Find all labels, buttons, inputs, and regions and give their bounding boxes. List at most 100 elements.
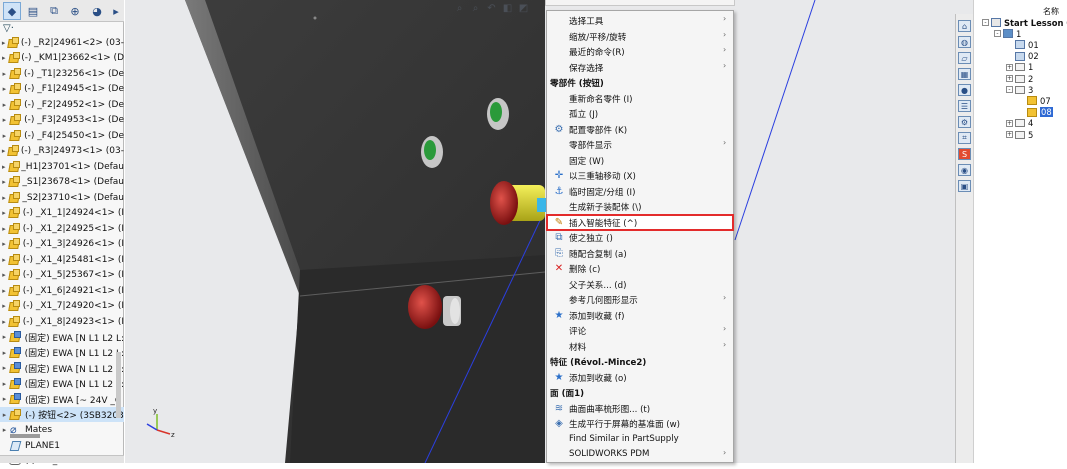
tree-item[interactable]: ▸ (-) _X1_6|24921<1> (I [0,283,124,298]
tree-item[interactable]: ▸ (固定) EWA [~ 24V _C [0,392,124,407]
expand-icon[interactable]: + [1006,119,1013,127]
expand-arrow-icon[interactable]: ▸ [0,333,9,341]
tree-item[interactable]: ▸ (-) _F4|25450<1> (De [0,128,124,143]
tree-item[interactable]: PLANE1 [0,438,124,453]
menu-item[interactable]: 材料 › [547,339,733,354]
collapse-icon[interactable]: - [982,19,989,26]
expand-icon[interactable]: + [1006,63,1013,71]
menu-item[interactable]: Find Similar in PartSupply [547,432,733,447]
tree-item[interactable]: ▸ (-) _R2|24961<2> (03- [0,35,124,50]
expand-arrow-icon[interactable]: ▸ [0,163,8,171]
collapse-icon[interactable]: - [1006,86,1013,94]
menu-item[interactable]: ⚙ 配置零部件 (K) [547,122,733,137]
tree-item[interactable]: ▸ (-) _R3|24973<1> (03- [0,144,124,159]
menu-item[interactable]: 保存选择 › [547,60,733,75]
expand-arrow-icon[interactable]: ▸ [0,426,9,434]
home-icon[interactable]: ⌂ [958,20,971,32]
expand-arrow-icon[interactable]: ▸ [0,302,8,310]
tree-item[interactable]: ▸ (-) _X1_3|24926<1> (I [0,237,124,252]
menu-item[interactable]: ★ 添加到收藏 (o) [547,370,733,385]
expand-arrow-icon[interactable]: ▸ [0,194,8,202]
tree-item[interactable]: ▸ (固定) EWA [N L1 L2 L: [0,345,124,360]
menu-item[interactable]: 父子关系... (d) [547,277,733,292]
tree-item[interactable]: ▸ (固定) EWA [N L1 L2 L: [0,376,124,391]
tree-item[interactable]: ▸ (-) _KM1|23662<1> (D [0,51,124,66]
filter-icon[interactable]: ▽· [3,23,14,34]
menu-item[interactable]: ◈ 生成平行于屏幕的基准面 (w) [547,416,733,431]
menu-item[interactable]: 评论 › [547,323,733,338]
tree-item[interactable]: ▸ (-) _X1_7|24920<1> (I [0,299,124,314]
file-tree-node[interactable]: 07 [1018,95,1051,106]
tree-item[interactable]: ▸ (-) _X1_8|24923<1> (I [0,314,124,329]
menu-item-insert-smart-feature[interactable]: ✎ 插入智能特征 (^) [546,213,734,231]
zoom-to-fit-icon[interactable]: ⌕ [453,2,466,15]
expand-arrow-icon[interactable]: ▸ [0,85,9,93]
file-tree-node[interactable]: +2 [1006,73,1033,84]
solidworks-icon[interactable]: S [958,148,971,160]
expand-arrow-icon[interactable]: ▸ [0,240,8,248]
tree-item[interactable]: ▸ (-) _X1_4|25481<1> (I [0,252,124,267]
expand-arrow-icon[interactable]: ▸ [0,178,8,186]
menu-item[interactable]: ✛ 以三重轴移动 (X) [547,168,733,183]
expand-arrow-icon[interactable]: ▸ [0,116,9,124]
tree-item[interactable]: ▸ (-) _T1|23256<1> (De [0,66,124,81]
menu-item[interactable]: 重新命名零件 (I) [547,91,733,106]
expand-arrow-icon[interactable]: ▸ [0,287,8,295]
collapse-icon[interactable]: - [994,30,1001,38]
expand-arrow-icon[interactable]: ▸ [0,318,8,326]
tree-item[interactable]: ▸ (-) _F1|24945<1> (De [0,82,124,97]
toolbox-icon[interactable]: ⚙ [958,116,971,128]
tree-scrollbar[interactable] [116,352,121,418]
file-tree-node[interactable]: -3 [1006,84,1033,95]
menu-item[interactable]: 孤立 (J) [547,106,733,121]
file-tree-node[interactable]: +4 [1006,118,1033,129]
view-orientation-icon[interactable]: ◩ [517,2,530,15]
menu-item[interactable]: 零部件显示 › [547,137,733,152]
design-library-icon[interactable]: ▱ [958,52,971,64]
custom-properties-icon[interactable]: ☰ [958,100,971,112]
section-view-icon[interactable]: ◧ [501,2,514,15]
menu-item[interactable]: 选择工具 › [547,13,733,28]
menu-item[interactable]: ≋ 曲面曲率梳形图... (t) [547,401,733,416]
previous-view-icon[interactable]: ↶ [485,2,498,15]
expand-icon[interactable]: + [1006,131,1013,138]
menu-item[interactable]: 最近的命令(R) › [547,44,733,59]
tree-item[interactable]: ▸ _S2|23710<1> (Defau [0,190,124,205]
file-tree-node[interactable]: +5 [1006,129,1033,140]
expand-arrow-icon[interactable]: ▸ [0,349,9,357]
forum-icon[interactable]: ◉ [958,164,971,176]
file-tree-node[interactable]: - Start Lesson 06 [982,17,1067,28]
zoom-area-icon[interactable]: ⌕ [469,2,482,15]
expand-arrow-icon[interactable]: ▸ [0,271,8,279]
expand-arrow-icon[interactable]: ▸ [0,411,9,419]
expand-arrow-icon[interactable]: ▸ [0,256,8,264]
file-tree-node[interactable]: 01 [1006,39,1039,50]
tree-item[interactable]: ▸ (-) _X1_2|24925<1> (I [0,221,124,236]
resources-icon[interactable]: ◍ [958,36,971,48]
expand-arrow-icon[interactable]: ▸ [0,70,9,78]
display-manager-tab-icon[interactable]: ◕ [88,2,106,20]
file-tree-node[interactable]: 08 [1018,107,1053,118]
tree-item[interactable]: ▸ (-) _X1_5|25367<1> (I [0,268,124,283]
file-tree-node[interactable]: -1 [994,28,1021,39]
configurationmanager-tab-icon[interactable]: ⧉ [45,2,63,20]
pdm-icon[interactable]: ▣ [958,180,971,192]
expand-arrow-icon[interactable]: ▸ [0,54,8,62]
expand-arrow-icon[interactable]: ▸ [0,132,9,140]
file-explorer-icon[interactable]: ▦ [958,68,971,80]
menu-item[interactable]: ⚓ 临时固定/分组 (I) [547,184,733,199]
tree-item[interactable]: ▸ (固定) EWA [N L1 L2 L: [0,361,124,376]
menu-item[interactable]: 生成新子装配体 (\) [547,199,733,214]
expand-arrow-icon[interactable]: ▸ [0,209,8,217]
file-tree-node[interactable]: +1 [1006,62,1033,73]
featuremanager-tab-icon[interactable]: ◆ [3,2,21,20]
tree-item[interactable]: ▸ _H1|23701<1> (Defau [0,159,124,174]
expand-arrow-icon[interactable]: ▸ [0,380,9,388]
propertymanager-tab-icon[interactable]: ▤ [24,2,42,20]
tree-item[interactable]: ▸ (-) _F3|24953<1> (De [0,113,124,128]
menu-item[interactable]: 固定 (W) [547,153,733,168]
menu-item[interactable]: ⧉ 使之独立 () [547,230,733,245]
expand-arrow-icon[interactable]: ▸ [0,147,7,155]
tree-horizontal-scrollbar[interactable] [10,434,40,438]
menu-item[interactable]: 缩放/平移/旋转 › [547,29,733,44]
